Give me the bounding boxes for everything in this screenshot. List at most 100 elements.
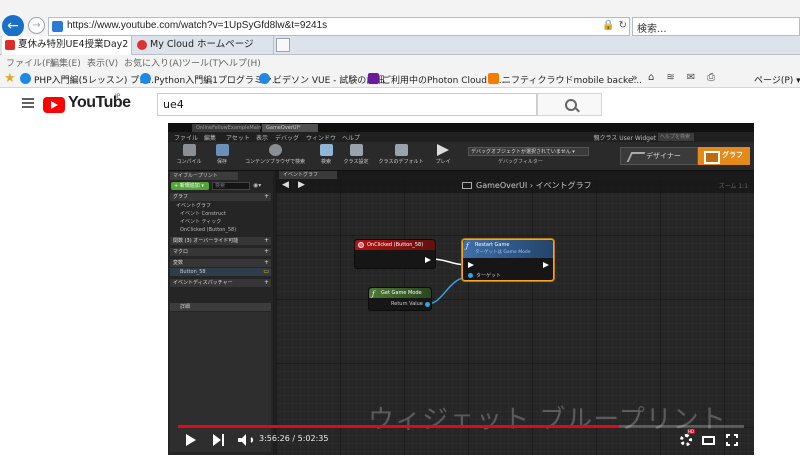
node-get-game-mode: ƒ Get Game Mode Return Value [368, 287, 432, 311]
variable-type-icon: ▭ [263, 268, 269, 275]
home-icon[interactable]: ⌂ [648, 72, 654, 83]
ue4-save-button: 保存 [212, 144, 232, 165]
video-player[interactable]: OnlineFellowExampleMain* GameOverUI* ファイ… [168, 123, 754, 455]
site-icon [368, 73, 379, 84]
favorites-bar: ★ PHP入門編(5レッスン) プロ... Python入門編1プログラミン..… [0, 70, 800, 88]
youtube-search-value: ue4 [163, 98, 184, 111]
play-triangle-icon [437, 144, 449, 156]
tab-strip: 夏休み特別UE4授業Day2 「... My Cloud ホームページ [0, 36, 800, 55]
ue4-class-defaults-button: クラスのデフォルト [378, 144, 424, 165]
my-blueprint-tab: マイブループリント [170, 172, 238, 180]
favorite-item[interactable]: ビデソン VUE - 試験の詳細 [259, 73, 384, 86]
ue4-play-button: プレイ [432, 144, 454, 165]
refresh-icon[interactable]: ↻ [619, 20, 627, 31]
back-button[interactable]: ← [2, 15, 24, 37]
tree-row-event-graph: イベントグラフ [170, 202, 271, 210]
video-progress-bar[interactable] [178, 425, 744, 428]
play-button[interactable] [186, 431, 196, 449]
row-label: マクロ [173, 249, 189, 255]
compile-gear-icon [182, 144, 196, 156]
forward-button[interactable]: → [28, 17, 45, 34]
favorites-star-icon[interactable]: ★ [4, 71, 16, 86]
ue4-menu-item: ヘルプ [342, 135, 361, 142]
ue4-browse-button: コンテンツブラウザで検索 [242, 144, 308, 165]
ue4-menu-item: デバッグ [275, 135, 300, 142]
fullscreen-button[interactable] [726, 431, 738, 449]
ue4-help-search: ヘルプを検索 [658, 133, 694, 141]
node-restart-game: ƒ Restart Game ターゲットは Game Mode ターゲット [462, 239, 554, 281]
ue4-graph-button: グラフ [698, 147, 750, 165]
favorite-label: ニフティクラウドmobile backe... [502, 76, 643, 86]
row-label: イベントディスパッチャー [173, 280, 233, 286]
tree-row-event-construct: イベント Construct [170, 210, 271, 218]
add-plus-icon: + [263, 237, 269, 244]
region-label: JP [115, 93, 121, 100]
menu-favorites[interactable]: お気に入り(A) [124, 56, 182, 69]
fullscreen-icon [726, 434, 738, 446]
ue4-find-button: 検索 [316, 144, 336, 165]
favorite-item[interactable]: ニフティクラウドmobile backe... [488, 73, 642, 86]
lock-icon[interactable]: 🔒 [602, 20, 614, 31]
row-label: イベント Construct [180, 211, 226, 217]
theater-mode-button[interactable] [702, 431, 715, 449]
ue4-class-settings-button: クラス設定 [341, 144, 371, 165]
next-icon [213, 434, 225, 446]
exec-input-pin-icon [468, 262, 474, 268]
browser-search-input[interactable]: 検索... [632, 17, 800, 36]
node-header: ƒ Get Game Mode [369, 288, 431, 298]
page-menu[interactable]: ページ(P) ▾ [754, 73, 800, 86]
node-title: Restart Game [475, 242, 510, 248]
designer-label: デザイナー [646, 152, 681, 160]
site-icon [259, 73, 270, 84]
youtube-logo-icon[interactable] [43, 97, 65, 113]
menu-hamburger-icon[interactable] [22, 98, 34, 108]
function-icon: ƒ [466, 242, 469, 250]
widget-blueprint-watermark: ウィジェット ブループリント [368, 405, 727, 435]
menu-help[interactable]: ヘルプ(H) [220, 56, 261, 69]
ue4-menu-bar: ファイル 編集 アセット 表示 デバッグ ウィンドウ ヘルプ 親クラス User… [168, 132, 754, 142]
youtube-search-button[interactable] [537, 93, 602, 116]
ue4-menu-item: 編集 [204, 135, 217, 142]
next-button[interactable] [213, 431, 225, 449]
toolbar-label: クラス設定 [343, 159, 369, 165]
youtube-header: YouTube JP ue4 [0, 88, 800, 123]
favorite-item[interactable]: PHP入門編(5レッスン) プロ... [20, 73, 157, 86]
find-binoculars-icon [319, 144, 333, 156]
menu-tools[interactable]: ツール(T) [182, 56, 222, 69]
return-output-pin-icon [425, 302, 430, 307]
node-onclicked: OnClicked (Button_58) [354, 239, 436, 269]
menu-view[interactable]: 表示(V) [87, 56, 118, 69]
tab-label: 夏休み特別UE4授業Day2 「... [18, 39, 131, 50]
tab-my-cloud[interactable]: My Cloud ホームページ [134, 36, 274, 55]
tab-label: My Cloud ホームページ [150, 39, 254, 50]
ue4-tab-active: GameOverUI* [262, 124, 318, 132]
site-icon [488, 73, 499, 84]
youtube-search-input[interactable]: ue4 [157, 93, 537, 116]
favorites-overflow-icon[interactable]: » [631, 71, 638, 84]
tree-row-event-dispatchers: イベントディスパッチャー + [170, 279, 271, 287]
settings-button[interactable]: HD [680, 429, 696, 449]
pin-label: Return Value [391, 301, 423, 307]
hd-badge: HD [687, 429, 696, 434]
ue4-menu-item: ウィンドウ [306, 135, 337, 142]
target-input-pin-icon [468, 273, 473, 278]
url-field[interactable]: https://www.youtube.com/watch?v=1UpSyGfd… [48, 17, 630, 36]
toolbar-label: 保存 [216, 159, 227, 165]
node-title: Get Game Mode [381, 290, 422, 296]
rss-feed-icon[interactable]: ≋ [666, 72, 674, 83]
url-text: https://www.youtube.com/watch?v=1UpSyGfd… [67, 20, 328, 31]
exec-output-pin-icon [543, 262, 549, 268]
new-tab-button[interactable] [276, 38, 290, 52]
volume-button[interactable] [238, 431, 253, 449]
current-time: 3:56:26 [259, 434, 290, 443]
add-plus-icon: + [263, 193, 269, 200]
fullscreen-corner [734, 442, 738, 446]
tab-youtube[interactable]: 夏休み特別UE4授業Day2 「... [2, 36, 132, 55]
menu-edit[interactable]: 編集(E) [50, 56, 81, 69]
youtube-wordmark[interactable]: YouTube [68, 94, 131, 112]
mail-icon[interactable]: ✉ [687, 72, 695, 83]
menu-file[interactable]: ファイル(F) [6, 56, 54, 69]
print-icon[interactable]: ⎙ [707, 72, 715, 83]
site-icon [20, 73, 31, 84]
favorite-item[interactable]: ご利用中のPhoton Cloudア... [368, 73, 505, 86]
